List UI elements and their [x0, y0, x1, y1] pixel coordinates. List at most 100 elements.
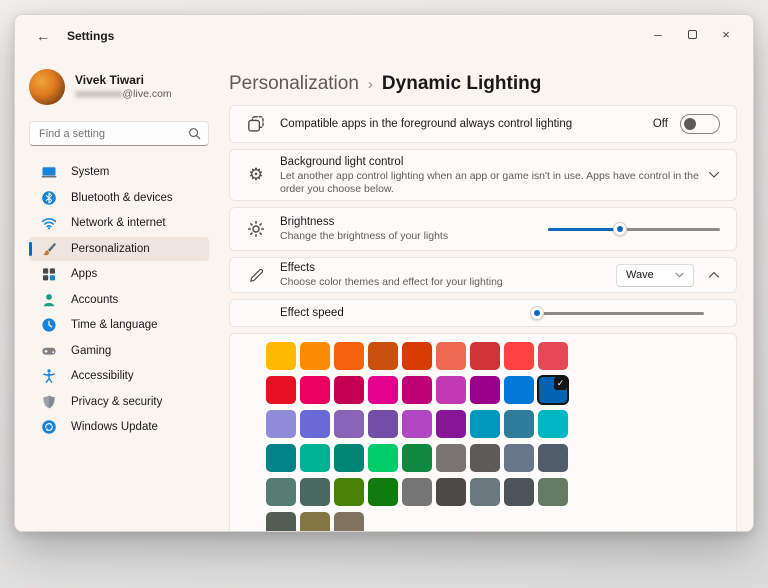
close-button[interactable]: × — [709, 21, 743, 47]
maximize-icon — [687, 29, 697, 39]
color-swatch[interactable] — [402, 376, 432, 404]
color-swatch[interactable] — [436, 444, 466, 472]
color-swatch[interactable] — [402, 342, 432, 370]
color-swatch[interactable] — [470, 444, 500, 472]
color-swatch[interactable] — [436, 342, 466, 370]
sidebar-item-gaming[interactable]: Gaming — [29, 339, 209, 363]
color-swatch[interactable]: ✓ — [537, 375, 569, 405]
color-swatch[interactable] — [368, 410, 398, 438]
color-swatch[interactable] — [266, 376, 296, 404]
sidebar-item-label: Bluetooth & devices — [71, 191, 173, 204]
breadcrumb-parent[interactable]: Personalization — [229, 73, 359, 95]
chevron-up-icon[interactable] — [708, 271, 720, 279]
sidebar-item-personalization[interactable]: Personalization — [29, 236, 209, 261]
user-profile[interactable]: Vivek Tiwari xxxxxxxxxx@live.com — [29, 65, 209, 109]
gamepad-icon — [42, 347, 56, 355]
color-swatch[interactable] — [402, 410, 432, 438]
color-swatch[interactable] — [436, 376, 466, 404]
color-swatch[interactable] — [436, 410, 466, 438]
color-swatch[interactable] — [300, 410, 330, 438]
effects-card: Effects Choose color themes and effect f… — [229, 257, 737, 293]
color-swatch[interactable] — [538, 410, 568, 438]
color-swatch[interactable] — [538, 342, 568, 370]
user-name: Vivek Tiwari — [75, 73, 144, 87]
color-swatch[interactable] — [470, 410, 500, 438]
titlebar: ← Settings – × — [15, 15, 753, 61]
brightness-icon — [246, 220, 266, 238]
foreground-control-card: Compatible apps in the foreground always… — [229, 105, 737, 143]
color-swatch[interactable] — [334, 342, 364, 370]
color-swatch[interactable] — [300, 512, 330, 531]
color-swatch[interactable] — [266, 410, 296, 438]
dropdown-chevron-icon — [675, 272, 684, 278]
toggle-knob — [684, 118, 696, 130]
color-swatch[interactable] — [266, 478, 296, 506]
main-content: Personalization › Dynamic Lighting Compa… — [223, 61, 753, 531]
back-button[interactable]: ← — [31, 25, 55, 47]
color-swatch[interactable] — [504, 342, 534, 370]
sidebar-item-accessibility[interactable]: Accessibility — [29, 364, 209, 388]
color-swatch[interactable] — [334, 478, 364, 506]
color-swatch[interactable] — [368, 478, 398, 506]
sidebar-item-time-language[interactable]: Time & language — [29, 313, 209, 337]
color-grid: ✓ — [266, 342, 569, 531]
sidebar-item-accounts[interactable]: Accounts — [29, 288, 209, 312]
color-swatch[interactable] — [266, 342, 296, 370]
color-swatch[interactable] — [402, 478, 432, 506]
color-swatch[interactable] — [504, 410, 534, 438]
foreground-control-toggle[interactable] — [680, 114, 720, 134]
color-swatch[interactable] — [504, 478, 534, 506]
sidebar-item-system[interactable]: System — [29, 160, 209, 184]
color-swatch[interactable] — [470, 376, 500, 404]
slider-knob[interactable] — [613, 222, 628, 236]
sidebar-item-bluetooth[interactable]: Bluetooth & devices — [29, 186, 209, 210]
chevron-down-icon[interactable] — [708, 171, 720, 179]
color-swatch[interactable] — [436, 478, 466, 506]
brightness-description: Change the brightness of your lights — [280, 230, 449, 242]
window-title: Settings — [67, 29, 115, 43]
background-control-card[interactable]: ⚙ Background light control Let another a… — [229, 149, 737, 201]
effects-dropdown-value: Wave — [626, 269, 654, 281]
color-swatch[interactable] — [266, 444, 296, 472]
color-swatch[interactable] — [300, 478, 330, 506]
color-swatch[interactable] — [504, 444, 534, 472]
brightness-slider[interactable] — [548, 221, 720, 237]
color-swatch[interactable] — [334, 410, 364, 438]
effect-speed-slider[interactable] — [530, 305, 704, 321]
brightness-title: Brightness — [280, 216, 335, 228]
maximize-button[interactable] — [675, 21, 709, 47]
search-box — [29, 121, 209, 146]
sidebar-item-privacy[interactable]: Privacy & security — [29, 390, 209, 414]
color-swatch[interactable] — [334, 444, 364, 472]
color-swatch[interactable] — [300, 376, 330, 404]
color-swatch[interactable] — [470, 478, 500, 506]
color-swatch[interactable] — [334, 512, 364, 531]
sidebar-item-network[interactable]: Network & internet — [29, 211, 209, 235]
slider-knob[interactable] — [530, 306, 545, 320]
color-swatch[interactable] — [266, 512, 296, 531]
color-swatch[interactable] — [538, 478, 568, 506]
minimize-button[interactable]: – — [641, 21, 675, 47]
sidebar-item-label: Apps — [71, 268, 98, 280]
color-swatch[interactable] — [300, 342, 330, 370]
bluetooth-icon — [42, 190, 56, 205]
brightness-card: Brightness Change the brightness of your… — [229, 207, 737, 251]
color-swatch[interactable] — [300, 444, 330, 472]
color-swatch[interactable] — [504, 376, 534, 404]
search-input[interactable] — [29, 121, 209, 146]
effects-dropdown[interactable]: Wave — [616, 263, 694, 287]
slider-track[interactable] — [534, 311, 704, 315]
sidebar-item-apps[interactable]: Apps — [29, 262, 209, 286]
color-swatch[interactable] — [470, 342, 500, 370]
color-swatch[interactable] — [368, 342, 398, 370]
sidebar-item-label: Network & internet — [71, 217, 166, 229]
accessibility-icon — [43, 369, 55, 383]
paintbrush-icon — [43, 242, 57, 255]
sidebar-item-windows-update[interactable]: Windows Update — [29, 415, 209, 439]
color-swatch[interactable] — [334, 376, 364, 404]
color-swatch[interactable] — [402, 444, 432, 472]
color-swatch[interactable] — [538, 444, 568, 472]
color-swatch[interactable] — [368, 444, 398, 472]
apps-icon — [43, 268, 55, 281]
color-swatch[interactable] — [368, 376, 398, 404]
